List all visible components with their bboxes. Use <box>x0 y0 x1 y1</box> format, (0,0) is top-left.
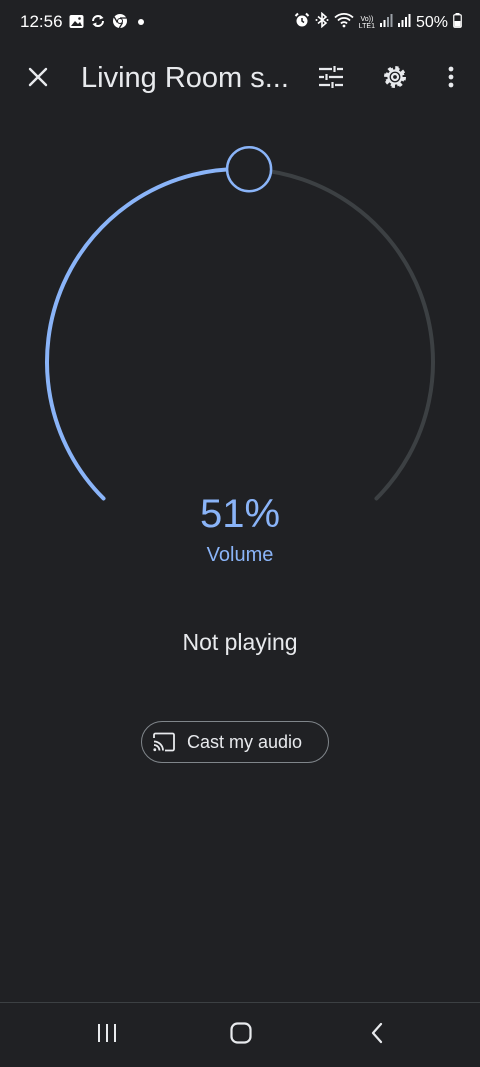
volume-dial[interactable] <box>0 120 480 540</box>
sync-icon <box>90 13 106 34</box>
notification-dot-icon <box>134 14 148 33</box>
volte-label-bottom: LTE1 <box>358 22 375 30</box>
chrome-icon <box>112 13 128 34</box>
alarm-icon <box>294 12 310 33</box>
volte-label-top: Vo)) <box>360 15 374 23</box>
cast-icon <box>152 730 176 754</box>
home-button[interactable] <box>221 1017 261 1053</box>
volume-dial-track <box>247 167 435 501</box>
equalizer-icon <box>318 65 344 94</box>
more-options-button[interactable] <box>433 61 469 97</box>
back-button[interactable] <box>357 1017 397 1053</box>
recent-apps-button[interactable] <box>87 1017 127 1053</box>
equalizer-button[interactable] <box>313 61 349 97</box>
close-icon <box>27 66 49 93</box>
gear-icon <box>381 63 409 96</box>
wifi-icon <box>334 12 354 33</box>
gallery-icon <box>69 14 84 34</box>
cast-my-audio-label: Cast my audio <box>187 731 303 752</box>
volume-dial-fill <box>45 167 252 501</box>
settings-button[interactable] <box>377 61 413 97</box>
battery-percent: 50% <box>415 13 448 31</box>
volte-icon: Vo)) LTE1 <box>359 16 375 30</box>
status-time: 12:56 <box>20 12 63 31</box>
volume-value: 51% <box>199 492 281 536</box>
back-icon <box>370 1022 384 1049</box>
recent-apps-icon <box>96 1023 118 1048</box>
playback-status: Not playing <box>182 629 298 655</box>
status-left-icons <box>69 13 148 34</box>
home-icon <box>230 1021 252 1049</box>
close-button[interactable] <box>20 61 56 97</box>
more-vert-icon <box>447 65 455 94</box>
status-right-icons: Vo)) LTE1 50% <box>294 11 462 33</box>
volume-dial-thumb[interactable] <box>225 145 273 193</box>
signal-icon <box>379 13 393 32</box>
app-bar: Living Room s... <box>0 50 480 108</box>
status-bar: 12:56 Vo)) LTE1 50% <box>0 0 480 46</box>
system-nav-bar <box>0 1003 480 1067</box>
cast-my-audio-button[interactable]: Cast my audio <box>141 721 329 763</box>
signal-icon <box>397 13 411 32</box>
page-title: Living Room s... <box>81 62 289 94</box>
battery-icon <box>453 12 462 33</box>
bluetooth-icon <box>315 11 329 33</box>
volume-label: Volume <box>206 544 274 566</box>
